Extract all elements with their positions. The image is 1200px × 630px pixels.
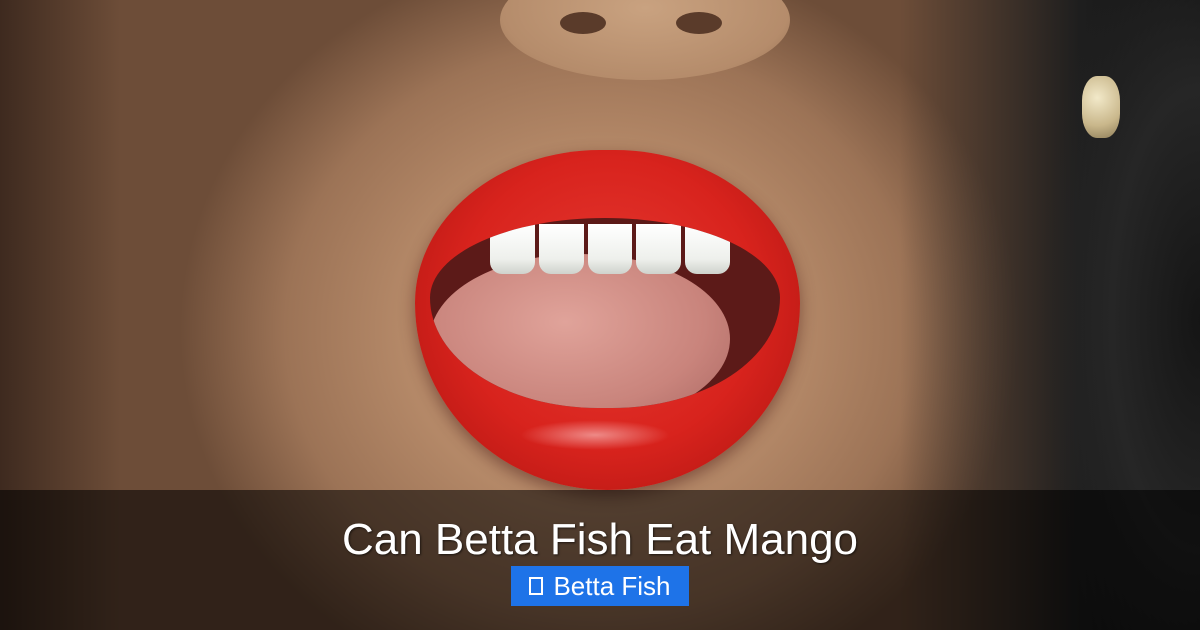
lip-highlight [520, 420, 670, 450]
tooth [587, 224, 633, 274]
post-title[interactable]: Can Betta Fish Eat Mango [342, 514, 858, 566]
tooth [636, 224, 682, 274]
nostril-right [676, 12, 722, 34]
missing-glyph-icon [529, 577, 544, 595]
tooth [685, 224, 730, 274]
caption-overlay: Can Betta Fish Eat Mango Betta Fish [0, 490, 1200, 630]
nostril-left [560, 12, 606, 34]
tooth [490, 224, 535, 274]
teeth [490, 224, 730, 274]
nose [500, 0, 790, 80]
category-badge[interactable]: Betta Fish [511, 566, 689, 606]
tooth [538, 224, 584, 274]
featured-image: Can Betta Fish Eat Mango Betta Fish [0, 0, 1200, 630]
category-label: Betta Fish [553, 570, 671, 601]
tongue [430, 254, 730, 408]
earring [1082, 76, 1120, 138]
